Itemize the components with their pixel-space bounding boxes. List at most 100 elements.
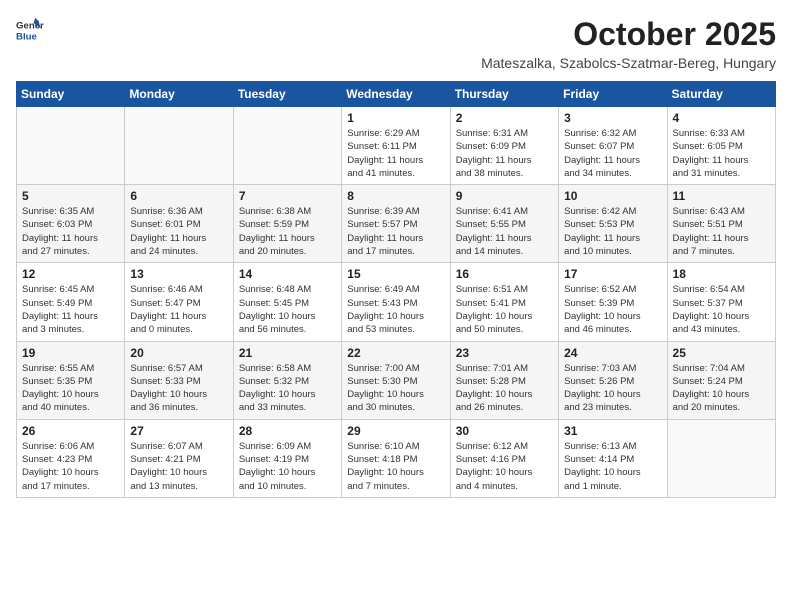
day-info: Sunrise: 6:58 AM Sunset: 5:32 PM Dayligh… <box>239 362 336 415</box>
day-number: 7 <box>239 189 336 203</box>
calendar-cell: 26 Sunrise: 6:06 AM Sunset: 4:23 PM Dayli… <box>17 419 125 497</box>
day-number: 3 <box>564 111 661 125</box>
day-info: Sunrise: 6:54 AM Sunset: 5:37 PM Dayligh… <box>673 283 770 336</box>
day-info: Sunrise: 6:36 AM Sunset: 6:01 PM Dayligh… <box>130 205 227 258</box>
calendar-cell: 4Sunrise: 6:33 AM Sunset: 6:05 PM Daylig… <box>667 107 775 185</box>
calendar-cell <box>17 107 125 185</box>
day-info: Sunrise: 6:06 AM Sunset: 4:23 PM Dayligh… <box>22 440 119 493</box>
calendar-cell: 17Sunrise: 6:52 AM Sunset: 5:39 PM Dayli… <box>559 263 667 341</box>
day-number: 6 <box>130 189 227 203</box>
day-number: 16 <box>456 267 553 281</box>
day-info: Sunrise: 6:09 AM Sunset: 4:19 PM Dayligh… <box>239 440 336 493</box>
day-number: 8 <box>347 189 444 203</box>
calendar-cell <box>125 107 233 185</box>
weekday-header-friday: Friday <box>559 82 667 107</box>
calendar-cell: 29 Sunrise: 6:10 AM Sunset: 4:18 PM Dayli… <box>342 419 450 497</box>
calendar-cell: 12Sunrise: 6:45 AM Sunset: 5:49 PM Dayli… <box>17 263 125 341</box>
day-info: Sunrise: 6:46 AM Sunset: 5:47 PM Dayligh… <box>130 283 227 336</box>
calendar-cell: 31Sunrise: 6:13 AM Sunset: 4:14 PM Dayli… <box>559 419 667 497</box>
day-info: Sunrise: 6:31 AM Sunset: 6:09 PM Dayligh… <box>456 127 553 180</box>
calendar-cell: 27Sunrise: 6:07 AM Sunset: 4:21 PM Dayli… <box>125 419 233 497</box>
title-block: October 2025 Mateszalka, Szabolcs-Szatma… <box>481 16 776 71</box>
day-info: Sunrise: 6:52 AM Sunset: 5:39 PM Dayligh… <box>564 283 661 336</box>
calendar-week-row: 5 Sunrise: 6:35 AM Sunset: 6:03 PM Daylig… <box>17 185 776 263</box>
day-number: 18 <box>673 267 770 281</box>
day-info: Sunrise: 6:32 AM Sunset: 6:07 PM Dayligh… <box>564 127 661 180</box>
day-number: 14 <box>239 267 336 281</box>
calendar-cell: 9 Sunrise: 6:41 AM Sunset: 5:55 PM Daylig… <box>450 185 558 263</box>
calendar-cell: 1Sunrise: 6:29 AM Sunset: 6:11 PM Daylig… <box>342 107 450 185</box>
day-info: Sunrise: 7:00 AM Sunset: 5:30 PM Dayligh… <box>347 362 444 415</box>
day-number: 9 <box>456 189 553 203</box>
day-number: 5 <box>22 189 119 203</box>
day-number: 11 <box>673 189 770 203</box>
day-number: 21 <box>239 346 336 360</box>
day-number: 23 <box>456 346 553 360</box>
calendar-cell: 16 Sunrise: 6:51 AM Sunset: 5:41 PM Dayli… <box>450 263 558 341</box>
day-number: 10 <box>564 189 661 203</box>
day-number: 25 <box>673 346 770 360</box>
calendar-cell: 21 Sunrise: 6:58 AM Sunset: 5:32 PM Dayli… <box>233 341 341 419</box>
weekday-header-row: SundayMondayTuesdayWednesdayThursdayFrid… <box>17 82 776 107</box>
day-number: 27 <box>130 424 227 438</box>
weekday-header-monday: Monday <box>125 82 233 107</box>
day-info: Sunrise: 6:39 AM Sunset: 5:57 PM Dayligh… <box>347 205 444 258</box>
day-info: Sunrise: 6:10 AM Sunset: 4:18 PM Dayligh… <box>347 440 444 493</box>
logo: General Blue <box>16 16 44 44</box>
calendar-cell: 3 Sunrise: 6:32 AM Sunset: 6:07 PM Daylig… <box>559 107 667 185</box>
calendar-cell: 28 Sunrise: 6:09 AM Sunset: 4:19 PM Dayli… <box>233 419 341 497</box>
day-info: Sunrise: 6:57 AM Sunset: 5:33 PM Dayligh… <box>130 362 227 415</box>
day-info: Sunrise: 6:38 AM Sunset: 5:59 PM Dayligh… <box>239 205 336 258</box>
calendar-cell: 22 Sunrise: 7:00 AM Sunset: 5:30 PM Dayli… <box>342 341 450 419</box>
weekday-header-wednesday: Wednesday <box>342 82 450 107</box>
day-number: 26 <box>22 424 119 438</box>
day-number: 12 <box>22 267 119 281</box>
calendar-cell: 7 Sunrise: 6:38 AM Sunset: 5:59 PM Daylig… <box>233 185 341 263</box>
calendar-cell: 15 Sunrise: 6:49 AM Sunset: 5:43 PM Dayli… <box>342 263 450 341</box>
calendar-cell: 10 Sunrise: 6:42 AM Sunset: 5:53 PM Dayli… <box>559 185 667 263</box>
day-number: 28 <box>239 424 336 438</box>
day-info: Sunrise: 7:01 AM Sunset: 5:28 PM Dayligh… <box>456 362 553 415</box>
day-number: 19 <box>22 346 119 360</box>
location-title: Mateszalka, Szabolcs-Szatmar-Bereg, Hung… <box>481 55 776 71</box>
calendar-cell: 18 Sunrise: 6:54 AM Sunset: 5:37 PM Dayli… <box>667 263 775 341</box>
day-info: Sunrise: 6:55 AM Sunset: 5:35 PM Dayligh… <box>22 362 119 415</box>
calendar-cell: 11 Sunrise: 6:43 AM Sunset: 5:51 PM Dayli… <box>667 185 775 263</box>
calendar-cell: 8 Sunrise: 6:39 AM Sunset: 5:57 PM Daylig… <box>342 185 450 263</box>
day-number: 30 <box>456 424 553 438</box>
month-title: October 2025 <box>481 16 776 53</box>
day-number: 22 <box>347 346 444 360</box>
day-number: 29 <box>347 424 444 438</box>
calendar-cell: 24 Sunrise: 7:03 AM Sunset: 5:26 PM Dayli… <box>559 341 667 419</box>
day-info: Sunrise: 6:35 AM Sunset: 6:03 PM Dayligh… <box>22 205 119 258</box>
calendar-cell: 30Sunrise: 6:12 AM Sunset: 4:16 PM Dayli… <box>450 419 558 497</box>
calendar-cell: 13 Sunrise: 6:46 AM Sunset: 5:47 PM Dayli… <box>125 263 233 341</box>
logo-icon: General Blue <box>16 16 44 44</box>
day-info: Sunrise: 7:03 AM Sunset: 5:26 PM Dayligh… <box>564 362 661 415</box>
day-number: 2 <box>456 111 553 125</box>
day-number: 24 <box>564 346 661 360</box>
day-number: 20 <box>130 346 227 360</box>
calendar: SundayMondayTuesdayWednesdayThursdayFrid… <box>16 81 776 498</box>
day-info: Sunrise: 6:43 AM Sunset: 5:51 PM Dayligh… <box>673 205 770 258</box>
day-number: 4 <box>673 111 770 125</box>
calendar-cell <box>233 107 341 185</box>
day-info: Sunrise: 6:41 AM Sunset: 5:55 PM Dayligh… <box>456 205 553 258</box>
weekday-header-saturday: Saturday <box>667 82 775 107</box>
calendar-cell: 19 Sunrise: 6:55 AM Sunset: 5:35 PM Dayli… <box>17 341 125 419</box>
day-number: 15 <box>347 267 444 281</box>
day-info: Sunrise: 6:13 AM Sunset: 4:14 PM Dayligh… <box>564 440 661 493</box>
day-info: Sunrise: 6:51 AM Sunset: 5:41 PM Dayligh… <box>456 283 553 336</box>
calendar-cell: 5 Sunrise: 6:35 AM Sunset: 6:03 PM Daylig… <box>17 185 125 263</box>
day-info: Sunrise: 6:42 AM Sunset: 5:53 PM Dayligh… <box>564 205 661 258</box>
day-info: Sunrise: 6:48 AM Sunset: 5:45 PM Dayligh… <box>239 283 336 336</box>
calendar-cell: 14 Sunrise: 6:48 AM Sunset: 5:45 PM Dayli… <box>233 263 341 341</box>
day-info: Sunrise: 7:04 AM Sunset: 5:24 PM Dayligh… <box>673 362 770 415</box>
calendar-cell: 2 Sunrise: 6:31 AM Sunset: 6:09 PM Daylig… <box>450 107 558 185</box>
header: General Blue October 2025 Mateszalka, Sz… <box>16 16 776 71</box>
calendar-cell: 25 Sunrise: 7:04 AM Sunset: 5:24 PM Dayli… <box>667 341 775 419</box>
day-info: Sunrise: 6:49 AM Sunset: 5:43 PM Dayligh… <box>347 283 444 336</box>
calendar-cell: 6 Sunrise: 6:36 AM Sunset: 6:01 PM Daylig… <box>125 185 233 263</box>
day-number: 13 <box>130 267 227 281</box>
calendar-cell: 20 Sunrise: 6:57 AM Sunset: 5:33 PM Dayli… <box>125 341 233 419</box>
